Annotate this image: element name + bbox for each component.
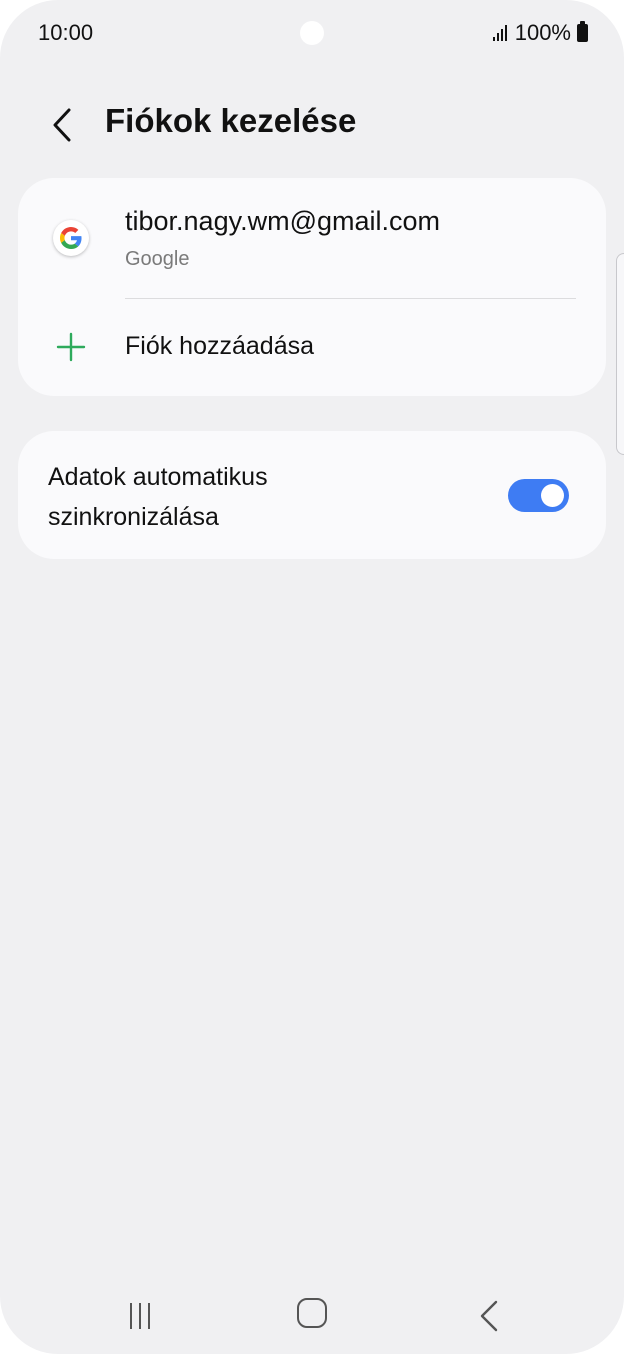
status-bar: 10:00 100% [0, 0, 624, 64]
auto-sync-label: Adatok automatikus szinkronizálása [48, 463, 268, 531]
back-icon [480, 1300, 498, 1332]
add-account-button[interactable]: Fiók hozzáadása [18, 300, 606, 390]
plus-icon [56, 332, 86, 362]
recent-apps-icon [130, 1303, 132, 1329]
navigation-bar [0, 1270, 624, 1354]
status-indicators: 100% [492, 20, 588, 46]
auto-sync-toggle[interactable] [508, 479, 569, 512]
toggle-knob [541, 484, 564, 507]
google-icon [53, 220, 89, 256]
account-email: tibor.nagy.wm@gmail.com [125, 206, 441, 236]
home-button[interactable] [297, 1298, 327, 1328]
back-button[interactable] [40, 100, 84, 150]
scroll-indicator[interactable] [616, 253, 624, 455]
page-title: Fiókok kezelése [105, 102, 357, 139]
battery-percentage: 100% [514, 20, 571, 45]
nav-back-button[interactable] [470, 1296, 510, 1336]
status-time: 10:00 [38, 20, 94, 45]
account-provider: Google [125, 248, 190, 270]
chevron-left-icon [53, 108, 71, 142]
add-account-label: Fiók hozzáadása [125, 332, 315, 360]
account-item-google[interactable]: tibor.nagy.wm@gmail.com Google [18, 178, 606, 290]
accounts-card: tibor.nagy.wm@gmail.com Google Fiók hozz… [18, 178, 606, 396]
signal-icon [492, 25, 507, 41]
divider [125, 298, 576, 299]
camera-cutout [300, 21, 324, 45]
auto-sync-card[interactable]: Adatok automatikus szinkronizálása [18, 431, 606, 559]
battery-icon [577, 21, 588, 42]
phone-screen: 10:00 100% Fiókok kezelése tibor.nagy.wm… [0, 0, 624, 1354]
recent-apps-button[interactable] [120, 1296, 160, 1336]
app-header: Fiókok kezelése [0, 90, 624, 160]
